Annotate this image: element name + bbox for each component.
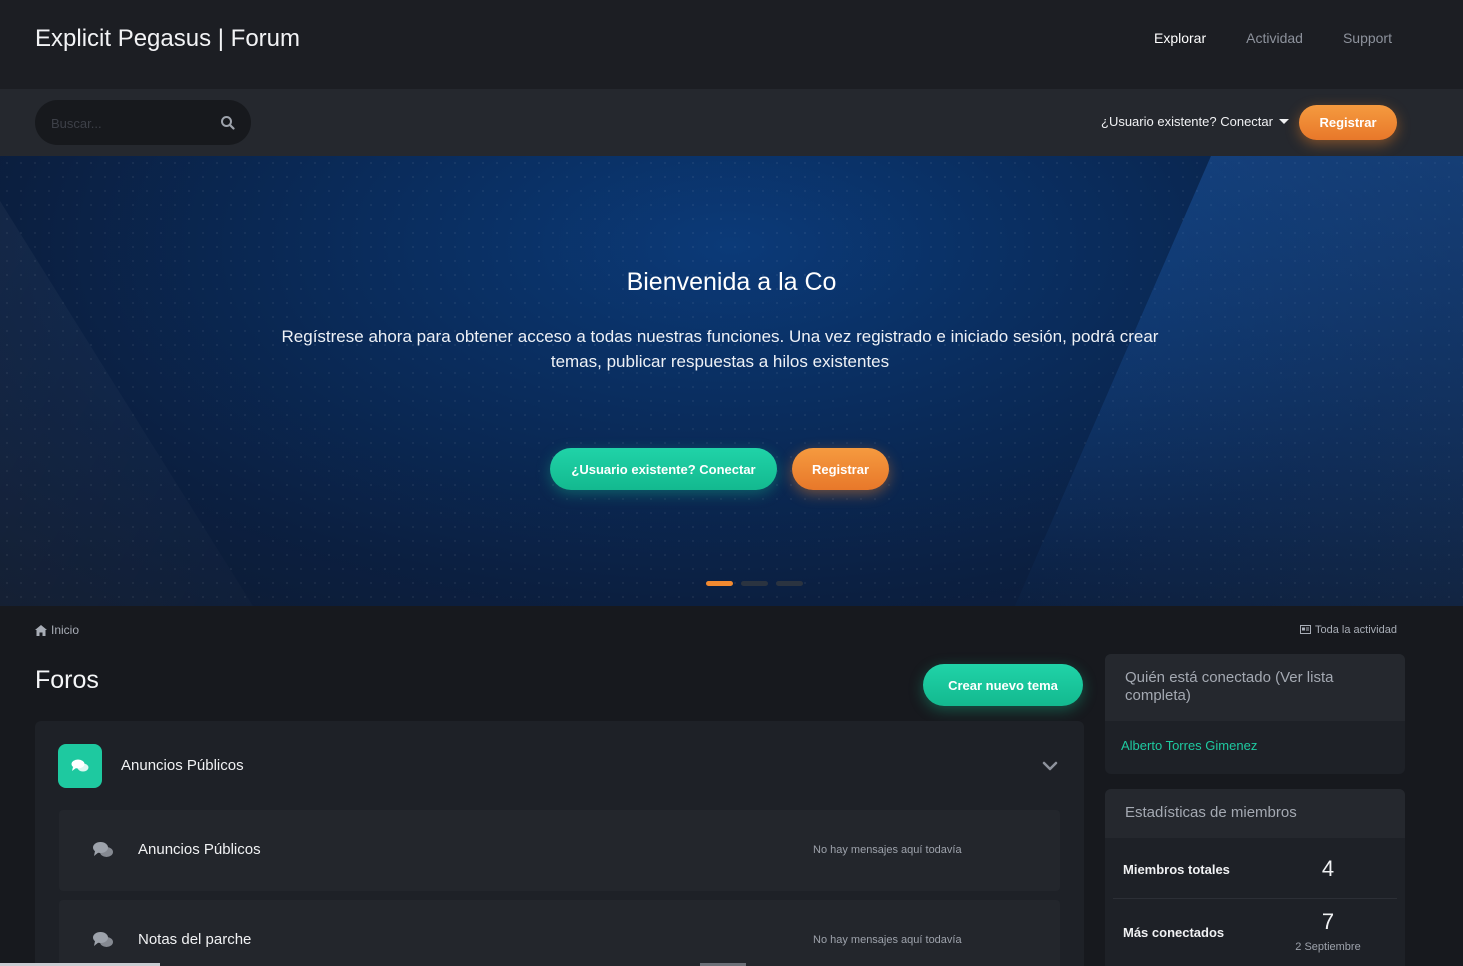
search-icon[interactable] (219, 114, 237, 132)
signin-label: ¿Usuario existente? Conectar (1101, 114, 1273, 129)
carousel-dot-1[interactable] (706, 581, 733, 586)
forum-category: Anuncios Públicos Anuncios Públicos No h… (35, 721, 1084, 966)
carousel-dot-2[interactable] (741, 581, 768, 586)
hero-register-button[interactable]: Registrar (792, 448, 889, 490)
category-title[interactable]: Anuncios Públicos (121, 757, 244, 774)
stats-widget-title: Estadísticas de miembros (1105, 789, 1405, 838)
forum-row[interactable]: Anuncios Públicos No hay mensajes aquí t… (59, 810, 1060, 891)
breadcrumb-home: Inicio (51, 623, 80, 637)
forum-title[interactable]: Anuncios Públicos (138, 841, 261, 858)
register-button[interactable]: Registrar (1299, 105, 1397, 140)
hero-text: Regístrese ahora para obtener acceso a t… (281, 327, 1159, 371)
home-icon (35, 624, 47, 636)
top-header: Explicit Pegasus | Forum Explorar Activi… (0, 0, 1463, 89)
online-users-widget: Quién está conectado (Ver lista completa… (1105, 654, 1405, 774)
stat-value: 4 (1321, 856, 1335, 881)
site-title[interactable]: Explicit Pegasus | Forum (35, 25, 300, 53)
carousel-dot-3[interactable] (776, 581, 803, 586)
caret-down-icon (1278, 119, 1289, 124)
stat-row-most-online: Más conectados 7 2 Septiembre (1113, 898, 1397, 958)
user-bar: ¿Usuario existente? Conectar Registrar (0, 89, 1463, 156)
new-topic-button[interactable]: Crear nuevo tema (923, 664, 1083, 706)
welcome-hero: Bienvenida a la Co Regístrese ahora para… (0, 156, 1463, 606)
chevron-down-icon[interactable] (1041, 757, 1059, 775)
hero-login-button[interactable]: ¿Usuario existente? Conectar (550, 448, 777, 490)
stat-label: Más conectados (1123, 925, 1225, 940)
all-activity-link[interactable]: Toda la actividad (1300, 624, 1397, 636)
activity-icon (1300, 625, 1311, 634)
online-user-link[interactable]: Alberto Torres Gimenez (1121, 738, 1257, 753)
nav-explorar[interactable]: Explorar (1154, 30, 1206, 46)
nav-support[interactable]: Support (1343, 30, 1392, 46)
forum-title[interactable]: Notas del parche (138, 931, 251, 948)
chat-bubbles-icon (71, 759, 89, 772)
all-activity-label: Toda la actividad (1315, 624, 1397, 636)
stat-label: Miembros totales (1123, 862, 1230, 877)
category-icon (58, 744, 102, 788)
search-input[interactable] (51, 113, 211, 133)
online-widget-title[interactable]: Quién está conectado (Ver lista completa… (1105, 654, 1405, 721)
nav-actividad[interactable]: Actividad (1246, 30, 1303, 46)
stat-date: 2 Septiembre (1295, 941, 1361, 953)
stat-row-total-members: Miembros totales 4 (1113, 840, 1397, 900)
stat-value: 7 (1321, 909, 1335, 934)
breadcrumb[interactable]: Inicio (35, 623, 79, 637)
forum-status: No hay mensajes aquí todavía (813, 934, 962, 946)
signin-dropdown[interactable]: ¿Usuario existente? Conectar (1101, 114, 1289, 129)
member-stats-widget: Estadísticas de miembros Miembros totale… (1105, 789, 1405, 966)
forum-row[interactable]: Notas del parche No hay mensajes aquí to… (59, 900, 1060, 966)
chat-bubbles-icon (93, 842, 113, 857)
page-title: Foros (35, 666, 99, 694)
search-box (35, 100, 251, 145)
main-nav: Explorar Actividad Support (1154, 30, 1392, 46)
forum-status: No hay mensajes aquí todavía (813, 844, 962, 856)
chat-bubbles-icon (93, 932, 113, 947)
hero-title: Bienvenida a la Co (626, 268, 837, 296)
carousel-indicators (706, 581, 803, 586)
